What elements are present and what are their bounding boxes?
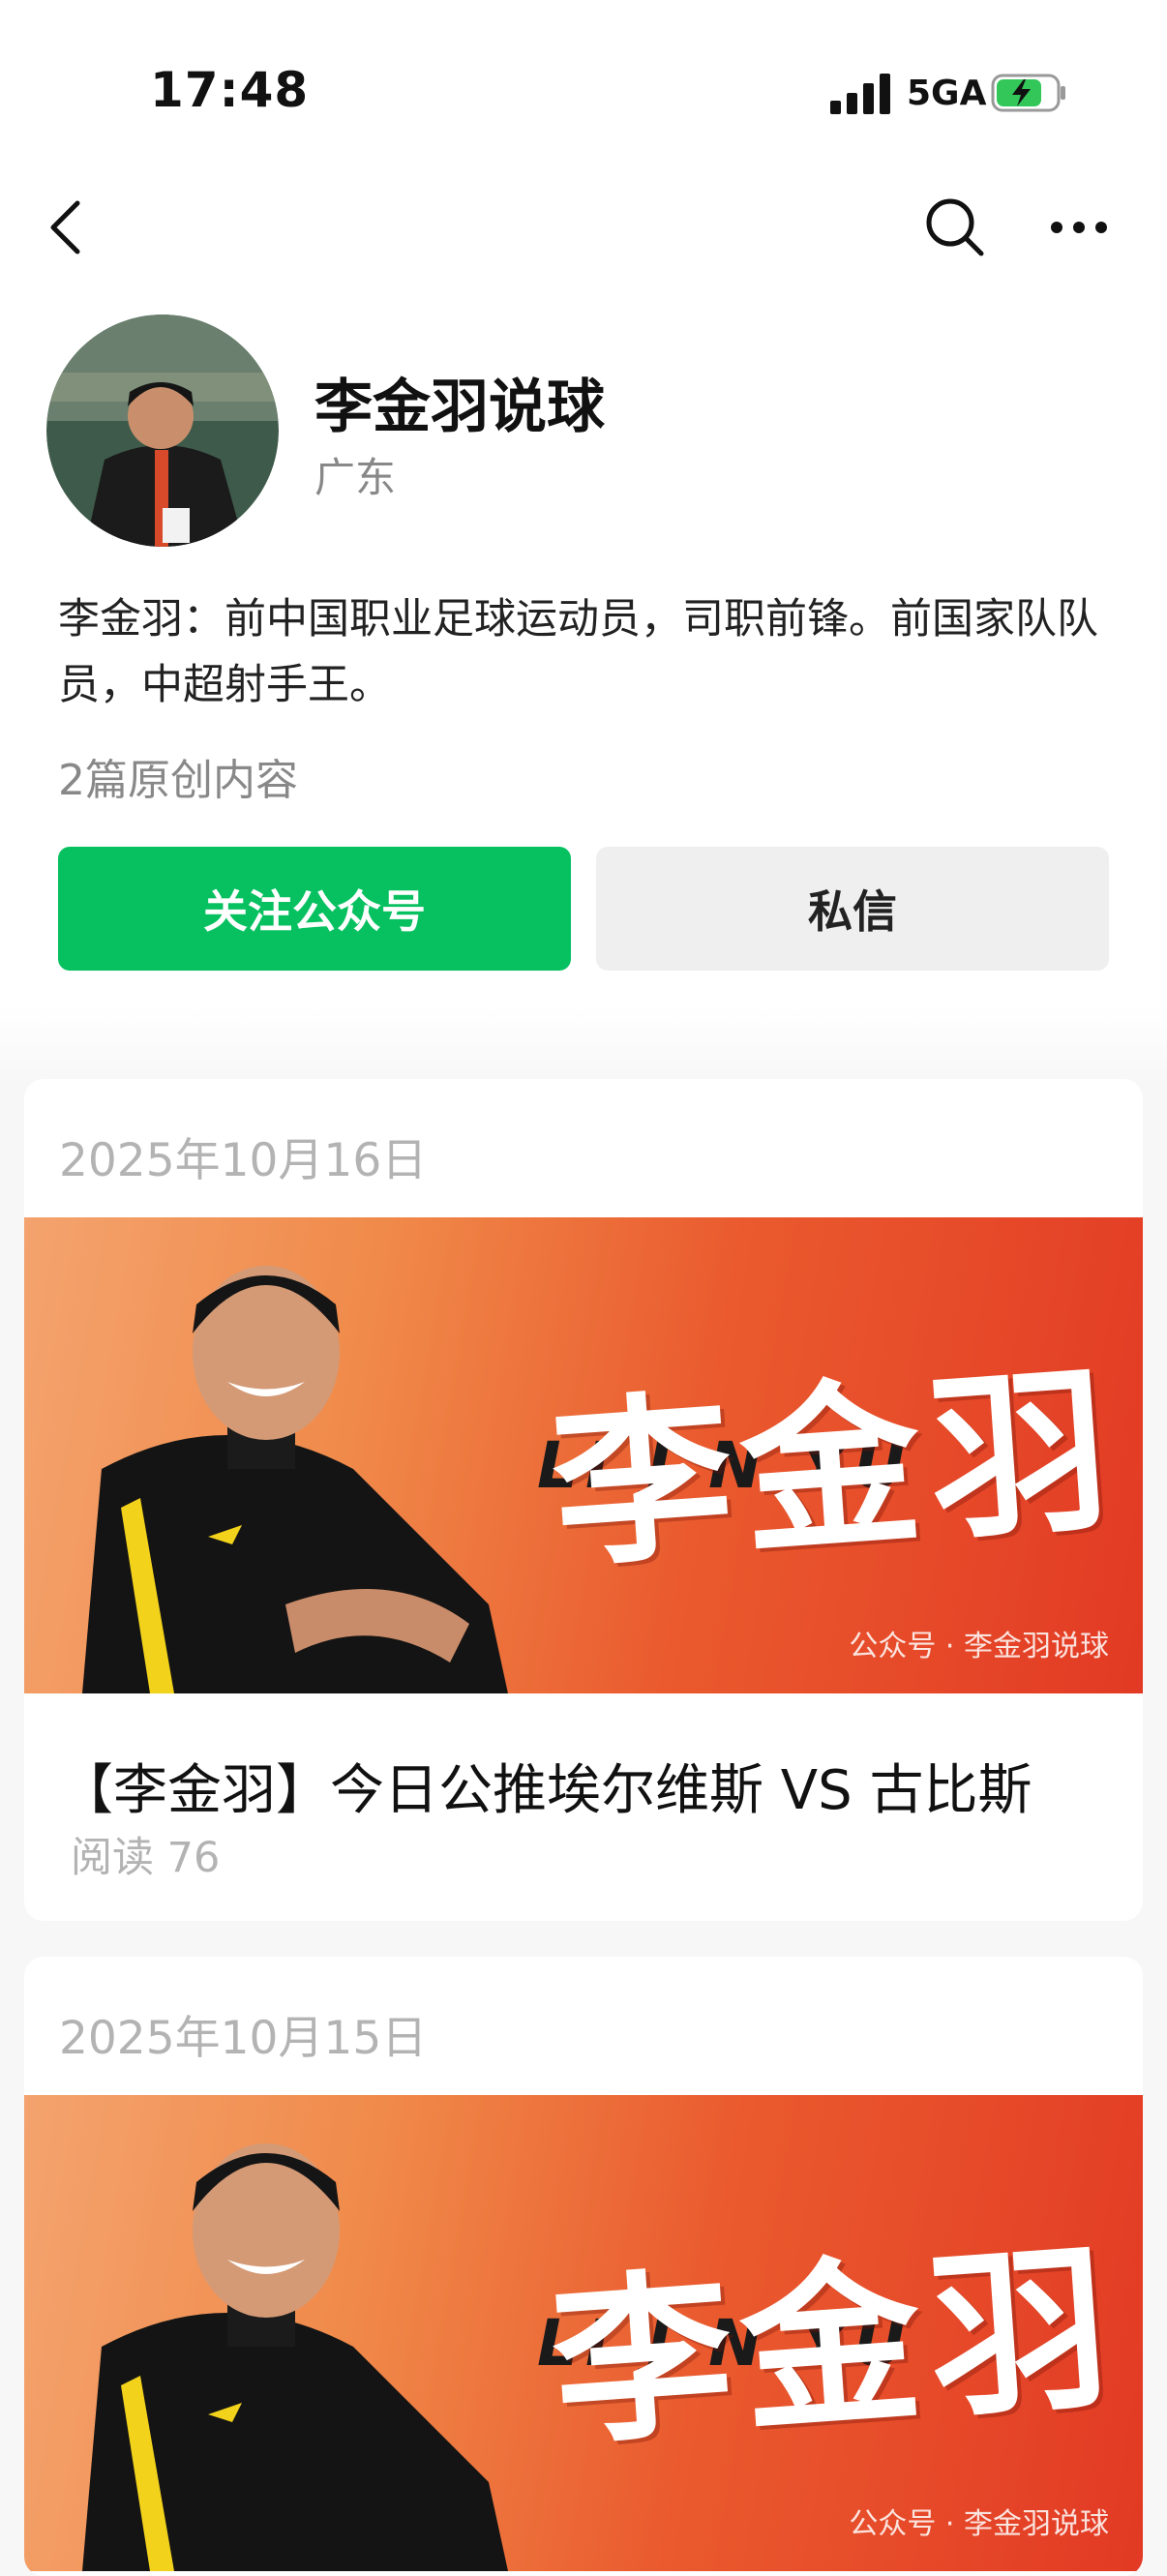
avatar[interactable] bbox=[46, 315, 279, 547]
account-bio: 李金羽：前中国职业足球运动员，司职前锋。前国家队队员，中超射手王。 bbox=[58, 595, 1098, 709]
message-button[interactable]: 私信 bbox=[596, 847, 1109, 971]
person-illustration bbox=[82, 2143, 508, 2571]
cover-watermark: 公众号 · 李金羽说球 bbox=[849, 1630, 1109, 1663]
original-count[interactable]: 2篇原创内容 bbox=[58, 745, 298, 807]
cover-hanzi: 李金羽 bbox=[546, 2220, 1125, 2471]
account-region: 广东 bbox=[314, 454, 397, 501]
article-title[interactable]: 【李金羽】今日公推埃尔维斯 VS 古比斯 bbox=[59, 1747, 1032, 1825]
article-cover[interactable]: LI J N YU 李金羽 公众号 · 李金羽说球 bbox=[24, 1217, 1143, 1693]
person-illustration bbox=[82, 1266, 508, 1693]
status-time: 17:48 bbox=[150, 62, 310, 118]
network-label: 5GA bbox=[907, 74, 987, 113]
article-card[interactable]: 2025年10月15日 LI J N YU 李金羽 公众号 · 李金羽说球 bbox=[24, 1957, 1143, 2576]
cover-watermark: 公众号 · 李金羽说球 bbox=[849, 2507, 1109, 2541]
search-icon[interactable] bbox=[921, 194, 989, 261]
follow-button[interactable]: 关注公众号 bbox=[58, 847, 571, 971]
account-name: 李金羽说球 bbox=[314, 374, 605, 441]
article-date: 2025年10月16日 bbox=[59, 1134, 428, 1187]
more-icon[interactable] bbox=[1045, 194, 1113, 261]
cover-hanzi: 李金羽 bbox=[546, 1342, 1125, 1594]
chevron-left-icon[interactable] bbox=[39, 194, 97, 261]
section-divider bbox=[0, 1006, 1167, 1084]
article-card[interactable]: 2025年10月16日 LI J N YU 李金羽 公众号 · 李金羽说球 【李… bbox=[24, 1079, 1143, 1921]
signal-icon bbox=[830, 74, 892, 114]
article-reads: 阅读 76 bbox=[71, 1834, 221, 1882]
article-date: 2025年10月15日 bbox=[59, 2012, 428, 2065]
battery-icon bbox=[991, 74, 1065, 112]
article-cover[interactable]: LI J N YU 李金羽 公众号 · 李金羽说球 bbox=[24, 2095, 1143, 2571]
